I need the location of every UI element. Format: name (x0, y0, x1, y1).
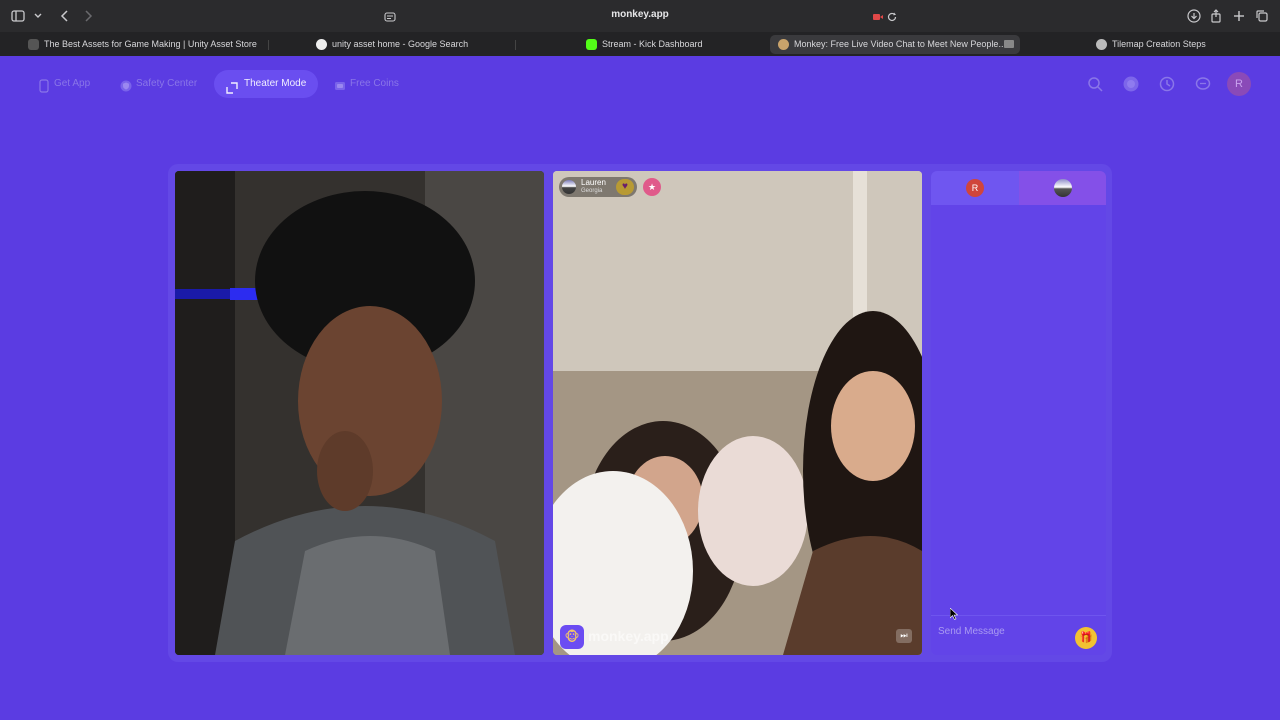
tab-label: Stream - Kick Dashboard (602, 39, 703, 49)
tab-kick-dashboard[interactable]: Stream - Kick Dashboard (578, 35, 768, 54)
tab-monkey-app[interactable]: Monkey: Free Live Video Chat to Meet New… (770, 35, 1020, 54)
url-text: monkey.app (611, 9, 669, 20)
watermark-text: monkey.app (588, 628, 669, 644)
coin-balance-icon[interactable] (1122, 75, 1140, 93)
tab-label: The Best Assets for Game Making | Unity … (44, 39, 257, 49)
history-icon[interactable] (1158, 75, 1176, 93)
chat-input-bar: Send Message 🎁 (931, 615, 1106, 655)
tab-label: unity asset home - Google Search (332, 39, 469, 49)
tab-divider (515, 40, 516, 50)
peer-name: Lauren (581, 178, 606, 187)
chevron-down-icon[interactable] (30, 8, 46, 24)
sidebar-toggle-icon[interactable] (10, 8, 26, 24)
chat-panel: R Send Message 🎁 (931, 171, 1106, 655)
gift-icon[interactable]: 🎁 (1075, 627, 1097, 649)
google-favicon-icon (316, 39, 327, 50)
safety-center-button[interactable]: Safety Center (114, 70, 197, 98)
heart-icon[interactable]: ♥ (616, 179, 634, 195)
reload-icon[interactable] (886, 10, 898, 22)
new-tab-icon[interactable] (1231, 8, 1247, 24)
unity-favicon-icon (28, 39, 39, 50)
self-video-feed (175, 171, 544, 655)
tab-tilemap-steps[interactable]: Tilemap Creation Steps (1088, 35, 1268, 54)
send-message-input[interactable]: Send Message (938, 626, 1005, 637)
peer-badge-icon[interactable]: ★ (643, 178, 661, 196)
peer-video-feed (553, 171, 922, 655)
address-bar[interactable]: monkey.app (380, 6, 900, 26)
country-flag-icon (562, 180, 576, 194)
tab-label: Monkey: Free Live Video Chat to Meet New… (794, 39, 1006, 49)
search-icon[interactable] (1086, 75, 1104, 93)
tab-unity-asset-store[interactable]: The Best Assets for Game Making | Unity … (20, 35, 260, 54)
chat-tab-self[interactable]: R (931, 171, 1019, 205)
kick-favicon-icon (586, 39, 597, 50)
chat-participants: R (931, 171, 1106, 205)
back-icon[interactable] (57, 8, 73, 24)
free-coins-label: Free Coins (350, 78, 399, 89)
self-avatar: R (966, 179, 984, 197)
skip-forward-icon[interactable]: ⏭ (896, 629, 912, 643)
free-coins-button[interactable]: Free Coins (328, 70, 399, 98)
profile-avatar[interactable]: R (1227, 72, 1251, 96)
peer-location: Georgia (581, 188, 603, 194)
tab-overview-icon[interactable] (1254, 8, 1270, 24)
monkey-logo-icon: 🐵 (560, 625, 584, 649)
chat-tab-peer[interactable] (1019, 171, 1106, 205)
coins-icon (334, 77, 346, 91)
messages-icon[interactable] (1194, 75, 1212, 93)
expand-icon (226, 78, 238, 94)
safety-center-label: Safety Center (136, 78, 198, 89)
download-icon[interactable] (1186, 8, 1202, 24)
tab-google-search[interactable]: unity asset home - Google Search (308, 35, 508, 54)
chat-favicon-icon (1096, 39, 1107, 50)
share-icon[interactable] (1208, 8, 1224, 24)
forward-icon[interactable] (80, 8, 96, 24)
peer-flag-icon (1054, 179, 1072, 197)
tab-label: Tilemap Creation Steps (1112, 39, 1206, 49)
theater-mode-label: Theater Mode (244, 78, 307, 89)
browser-toolbar: monkey.app (0, 0, 1280, 32)
camera-recording-icon[interactable] (872, 10, 884, 22)
peer-video-image (553, 171, 922, 655)
self-video-image (175, 171, 544, 655)
get-app-button[interactable]: Get App (32, 70, 90, 98)
tab-camera-icon (1004, 40, 1014, 48)
tab-divider (268, 40, 269, 50)
shield-icon (120, 77, 132, 92)
theater-mode-button[interactable]: Theater Mode (214, 70, 319, 98)
mouse-cursor-icon (950, 608, 958, 620)
get-app-label: Get App (54, 78, 91, 89)
phone-icon (38, 77, 50, 93)
monkey-favicon-icon (778, 39, 789, 50)
tab-bar: The Best Assets for Game Making | Unity … (0, 32, 1280, 56)
